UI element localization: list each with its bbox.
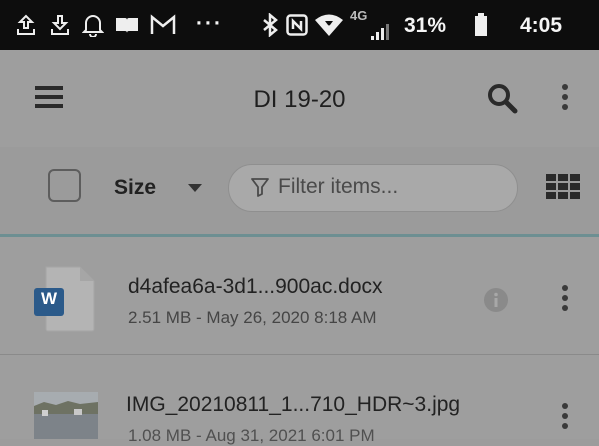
- dropdown-caret-icon[interactable]: [188, 184, 202, 192]
- bell-icon: [82, 12, 104, 38]
- image-thumbnail-icon: [34, 392, 98, 439]
- upload-icon: [14, 12, 38, 38]
- overflow-dots-icon: ···: [196, 12, 223, 35]
- gmail-icon: [150, 12, 176, 38]
- file-meta: 2.51 MB - May 26, 2020 8:18 AM: [128, 308, 377, 327]
- search-icon[interactable]: [486, 82, 518, 114]
- reader-icon: [114, 12, 140, 38]
- 4g-lte-signal-icon: [370, 18, 392, 44]
- word-badge-label: W: [40, 289, 58, 308]
- more-vert-icon[interactable]: [561, 403, 569, 433]
- nfc-icon: [286, 12, 308, 38]
- status-bar: ··· 4G 31% 4:05: [0, 0, 599, 50]
- network-type-label: 4G: [350, 8, 368, 23]
- wifi-icon: [314, 12, 344, 38]
- select-all-checkbox[interactable]: [48, 169, 81, 202]
- grid-view-icon[interactable]: [546, 174, 580, 205]
- battery-percent: 31%: [404, 14, 447, 37]
- battery-icon: [474, 12, 488, 38]
- sort-label[interactable]: Size: [114, 176, 156, 200]
- filter-icon: [250, 177, 270, 202]
- info-icon[interactable]: [483, 287, 509, 318]
- filter-input[interactable]: [278, 171, 508, 203]
- file-name: IMG_20210811_1...710_HDR~3.jpg: [126, 393, 461, 416]
- download-icon: [48, 12, 72, 38]
- bluetooth-icon: [262, 12, 278, 38]
- file-meta: 1.08 MB - Aug 31, 2021 6:01 PM: [128, 426, 375, 445]
- clock: 4:05: [520, 14, 563, 37]
- more-vert-icon[interactable]: [561, 84, 569, 114]
- more-vert-icon[interactable]: [561, 285, 569, 315]
- file-name: d4afea6a-3d1...900ac.docx: [128, 275, 383, 298]
